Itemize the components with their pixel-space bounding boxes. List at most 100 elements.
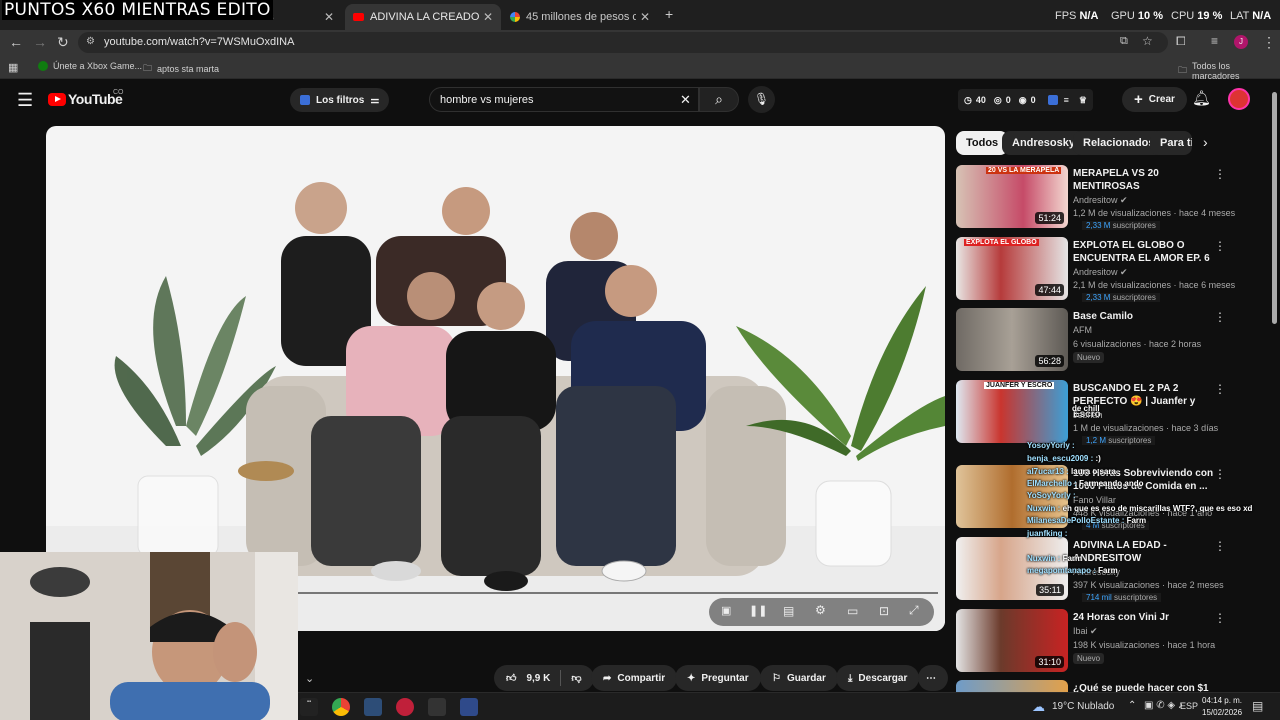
rec-item[interactable]: 56:28 Base Camilo AFM 6 visualizaciones … [956, 308, 1256, 374]
more-options-icon[interactable]: ⋮ [1214, 611, 1226, 625]
apps-icon[interactable]: ▦ [8, 61, 18, 74]
rec-title[interactable]: 24 Horas con Vini Jr [1073, 611, 1223, 624]
more-options-icon[interactable]: ⋮ [1214, 467, 1226, 481]
rec-channel[interactable]: AFM [1073, 325, 1092, 335]
save-button[interactable]: ⚐ Guardar [760, 665, 838, 691]
youtube-logo-icon[interactable] [48, 93, 66, 106]
more-options-icon[interactable]: ⋮ [1214, 310, 1226, 324]
more-options-icon[interactable]: ⋮ [1214, 239, 1226, 253]
download-button[interactable]: ⤓ Descargar [836, 665, 920, 691]
hamburger-menu-icon[interactable]: ☰ [17, 90, 33, 111]
create-button[interactable]: + Crear [1122, 87, 1187, 112]
app-icon[interactable]: ▪▪ [300, 698, 318, 716]
extension-player-icon[interactable]: ▣ [721, 604, 731, 617]
reading-list-icon[interactable]: ≡ [1211, 34, 1218, 48]
channel-avatar[interactable] [1228, 88, 1250, 110]
more-options-icon[interactable]: ⋮ [1214, 539, 1226, 553]
more-options-icon[interactable]: ⋮ [1214, 382, 1226, 396]
rec-channel[interactable]: Ibai ✔ [1073, 626, 1098, 637]
rec-title[interactable]: ¿Qué se puede hacer con $1 en [1073, 682, 1223, 692]
miniplayer-icon[interactable]: ▭ [847, 604, 858, 618]
share-button[interactable]: ➦ Compartir [591, 665, 678, 691]
rec-title[interactable]: Base Camilo [1073, 310, 1223, 323]
rec-item[interactable]: 20 VS LA MERAPELA 51:24 MERAPELA VS 20 M… [956, 165, 1256, 231]
bookmark-folder[interactable]: 🗀 aptos sta marta [143, 61, 219, 77]
clear-search-icon[interactable]: ✕ [680, 92, 691, 108]
subtitles-icon[interactable]: ▤ [783, 604, 794, 618]
fullscreen-icon[interactable]: ⤢ [909, 603, 919, 618]
filters-button[interactable]: Los filtros ⚌ [290, 88, 390, 112]
rec-thumbnail[interactable]: 31:10 [956, 609, 1068, 672]
close-icon[interactable]: ✕ [324, 10, 334, 24]
forward-icon[interactable]: → [33, 34, 47, 50]
thumbs-down-icon[interactable]: 👎︎ [571, 672, 581, 684]
language-indicator[interactable]: ESP [1180, 701, 1198, 711]
clock-icon: ◷ [964, 94, 972, 105]
tab-3[interactable]: 45 millones de pesos colombia ✕ [502, 4, 658, 30]
more-options-icon[interactable]: ⋮ [1214, 167, 1226, 181]
chip-para-ti[interactable]: Para ti [1150, 131, 1192, 155]
ask-button[interactable]: ✦ Preguntar [675, 665, 761, 691]
clock-time[interactable]: 04:14 p. m. [1202, 696, 1242, 705]
chip-todos[interactable]: Todos [956, 131, 1009, 155]
bookmark-xbox[interactable]: Únete a Xbox Game... [38, 61, 142, 71]
rec-thumbnail[interactable]: 56:28 [956, 308, 1068, 371]
site-info-icon[interactable]: ⚙ [86, 36, 95, 47]
rec-thumbnail[interactable] [956, 680, 1068, 692]
extensions-icon[interactable]: ⧠ [1176, 34, 1186, 49]
new-tab-icon[interactable]: + [665, 6, 673, 22]
app-icon[interactable] [428, 698, 446, 716]
cast-icon[interactable]: ⊡ [879, 604, 889, 618]
bookmark-star-icon[interactable]: ☆ [1142, 34, 1153, 48]
progress-bar[interactable] [298, 592, 938, 594]
tray-icons[interactable]: ▣ ✆ ◈ ♪ [1144, 700, 1183, 711]
chevron-right-icon[interactable]: › [1203, 134, 1208, 150]
rec-item[interactable]: JUANFER Y ESCRO BUSCANDO EL 2 PA 2 PERFE… [956, 380, 1256, 446]
close-icon[interactable]: ✕ [640, 10, 650, 24]
search-button[interactable]: ⌕ [699, 87, 739, 112]
close-icon[interactable]: ✕ [483, 10, 493, 24]
all-bookmarks[interactable]: 🗀 Todos los marcadores [1178, 61, 1280, 81]
chevron-down-icon[interactable]: ⌄ [305, 672, 314, 685]
pause-icon[interactable]: ❚❚ [749, 604, 767, 617]
notification-center-icon[interactable]: ▤ [1252, 699, 1263, 713]
rec-channel[interactable]: Andresitow ✔ [1073, 195, 1128, 206]
rec-item[interactable]: ¿Qué se puede hacer con $1 en [956, 680, 1256, 692]
trophy-icon[interactable]: ♕ [1079, 95, 1087, 106]
install-icon[interactable]: ⧉ [1120, 35, 1128, 48]
like-button[interactable]: 👍︎ 9,9 K 👎︎ [494, 665, 594, 691]
rec-item[interactable]: 31:10 24 Horas con Vini Jr Ibai ✔ 198 K … [956, 609, 1256, 675]
scrollbar-thumb[interactable] [1272, 92, 1277, 324]
chrome-icon[interactable] [332, 698, 350, 716]
rec-channel[interactable]: Andresitow ✔ [1073, 267, 1128, 278]
menu-icon[interactable]: ⋮ [1262, 34, 1276, 51]
more-actions-button[interactable]: ⋯ [918, 665, 948, 691]
rec-title[interactable]: ADIVINA LA EDAD - ANDRESITOW [1073, 539, 1223, 565]
search-input[interactable]: hombre vs mujeres ✕ [429, 87, 699, 112]
weather-text[interactable]: 19°C Nublado [1052, 701, 1114, 712]
notifications-bell-icon[interactable]: 🔔︎ [1192, 89, 1211, 107]
rec-item[interactable]: EXPLOTA EL GLOBO 47:44 EXPLOTA EL GLOBO … [956, 237, 1256, 303]
rec-thumbnail[interactable]: EXPLOTA EL GLOBO 47:44 [956, 237, 1068, 300]
extension-icon[interactable] [1047, 95, 1058, 105]
chat-message: benja_escu2009 : :) [1027, 454, 1101, 463]
rec-title[interactable]: EXPLOTA EL GLOBO O ENCUENTRA EL AMOR EP.… [1073, 239, 1223, 265]
tray-chevron-icon[interactable]: ⌃ [1128, 700, 1136, 711]
back-icon[interactable]: ← [9, 34, 23, 50]
settings-gear-icon[interactable]: ⚙ [815, 603, 826, 617]
app-icon[interactable] [460, 698, 478, 716]
thumb-label: EXPLOTA EL GLOBO [964, 239, 1039, 246]
rec-title[interactable]: MERAPELA VS 20 MENTIROSAS [1073, 167, 1223, 193]
list-icon[interactable]: ≡ [1064, 95, 1069, 105]
reload-icon[interactable]: ↻ [57, 34, 69, 51]
rec-thumbnail[interactable]: 20 VS LA MERAPELA 51:24 [956, 165, 1068, 228]
app-icon[interactable] [396, 698, 414, 716]
tab-2[interactable]: ADIVINA LA CREADORA DE CO ✕ [345, 4, 501, 30]
voice-search-button[interactable]: 🎙 [748, 86, 775, 113]
weather-cloud-icon[interactable]: ☁ [1032, 699, 1045, 715]
rec-thumbnail[interactable]: JUANFER Y ESCRO [956, 380, 1068, 443]
clock-date[interactable]: 15/02/2026 [1202, 708, 1242, 717]
profile-avatar[interactable]: J [1234, 35, 1248, 49]
url-field[interactable]: ⚙ youtube.com/watch?v=7WSMuOxdINA ⧉ ☆ [78, 32, 1168, 53]
app-icon[interactable] [364, 698, 382, 716]
